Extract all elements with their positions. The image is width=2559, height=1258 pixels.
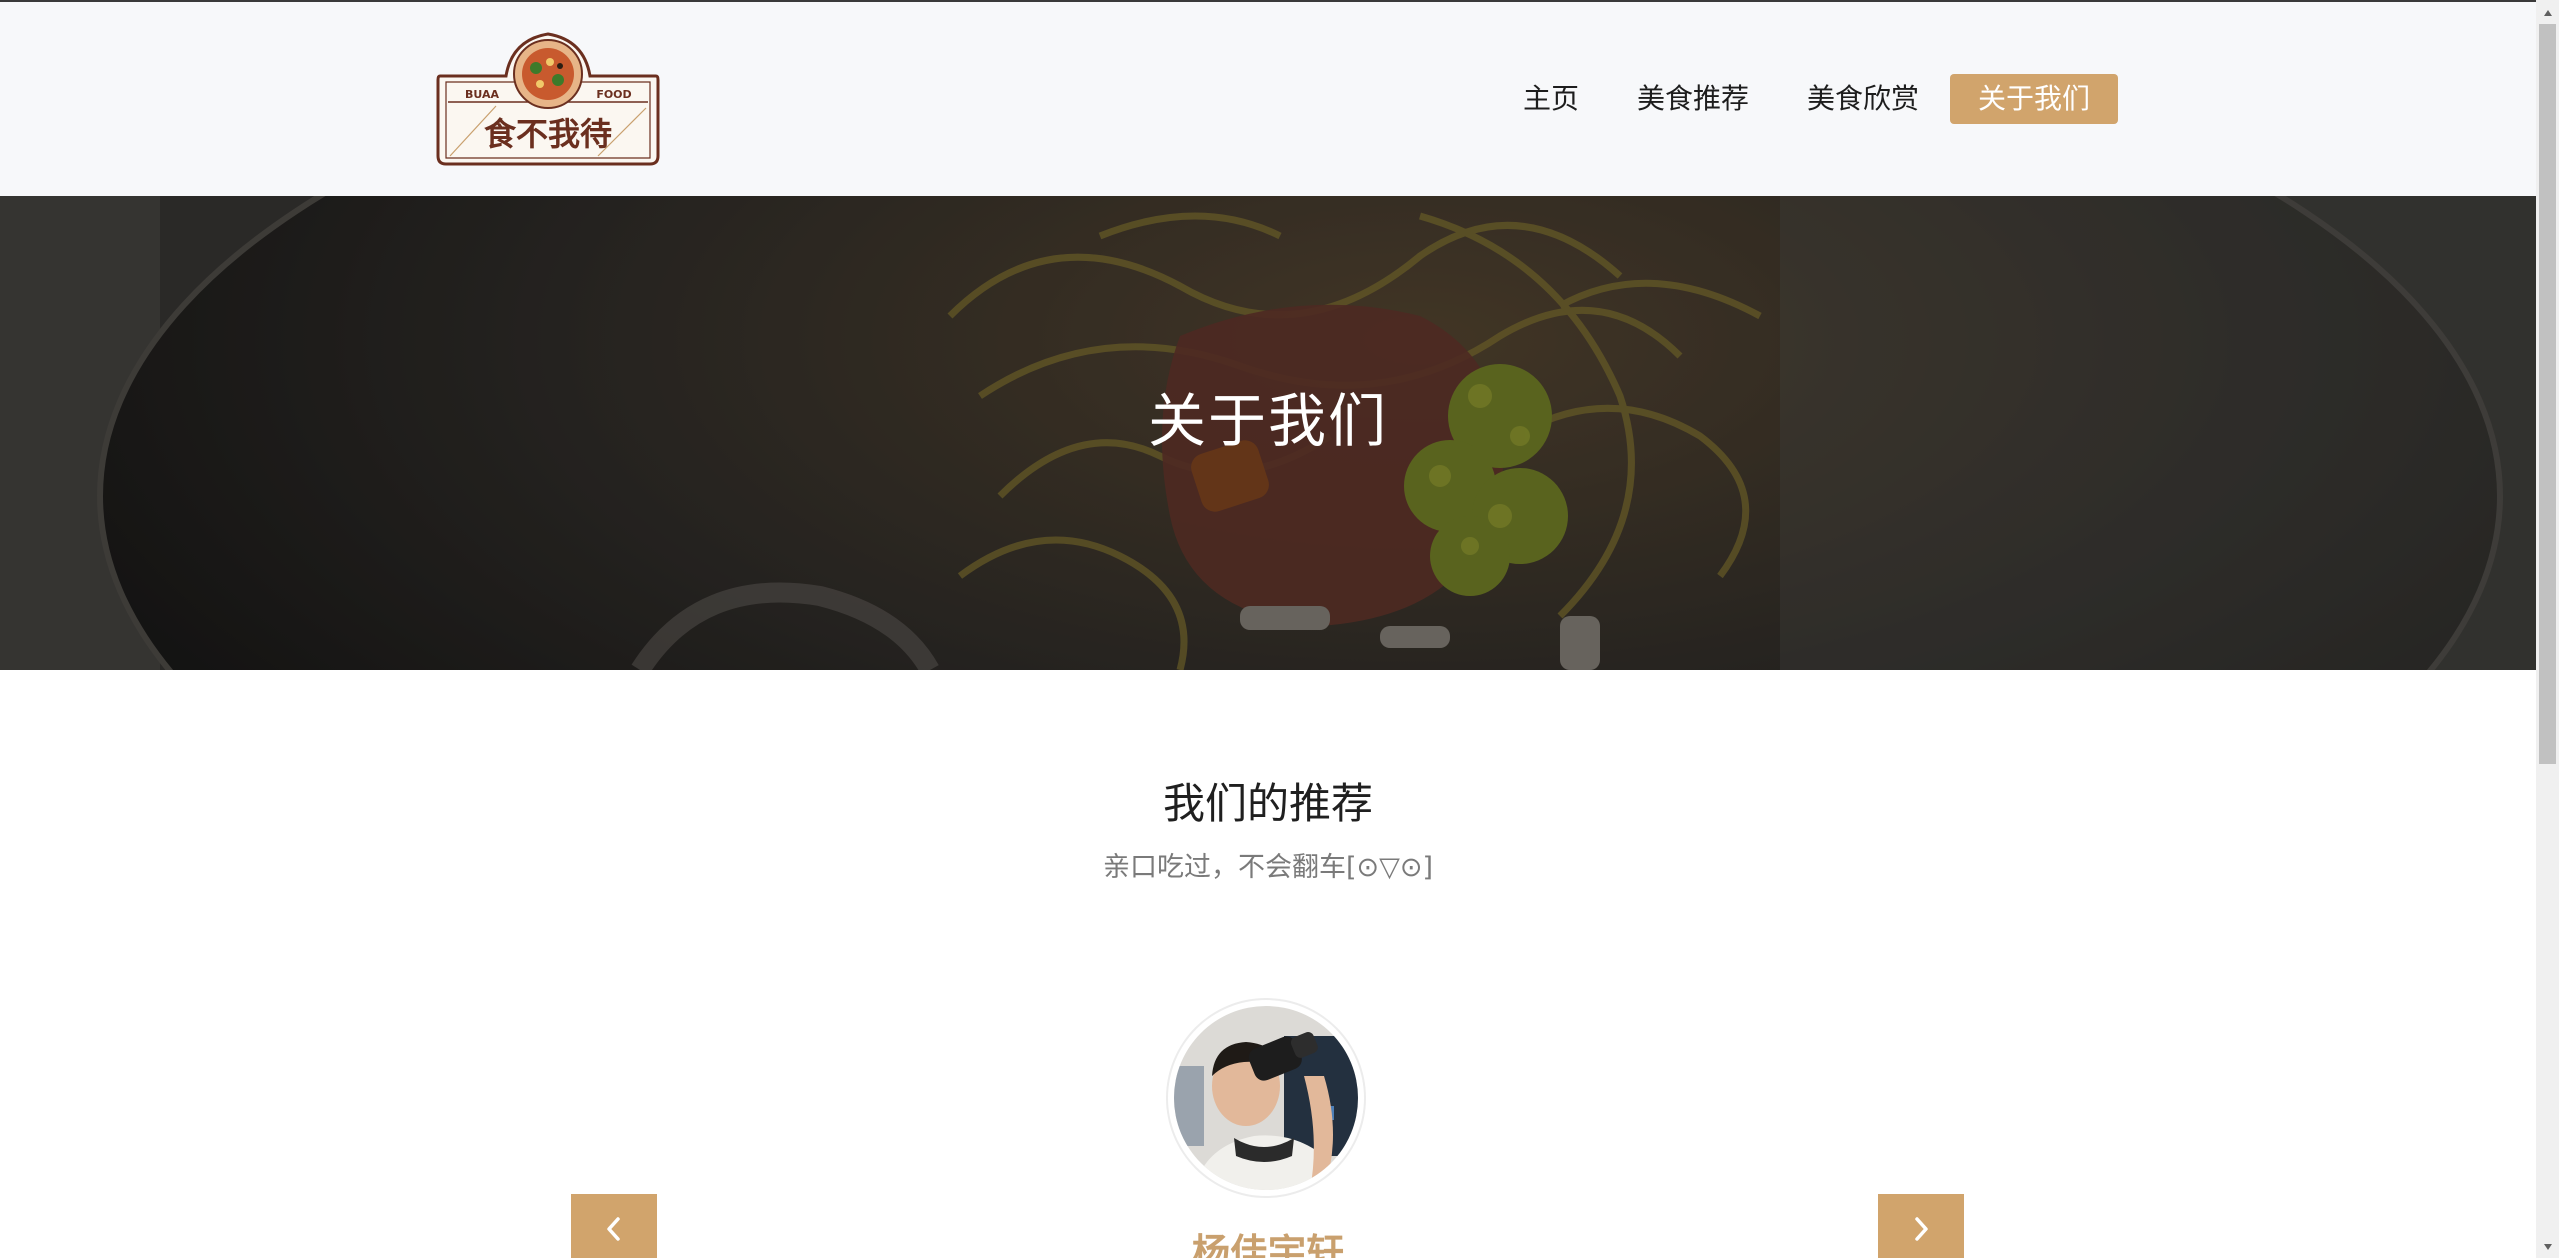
section-title: 我们的推荐 — [1162, 779, 1373, 828]
avatar — [1168, 1000, 1364, 1196]
logo-name: 食不我待 — [484, 115, 612, 153]
nav-item-home[interactable]: 主页 — [1494, 74, 1608, 124]
scroll-down-button[interactable] — [2536, 1236, 2559, 1258]
scroll-up-arrow-icon — [2543, 10, 2552, 16]
nav-item-gallery[interactable]: 美食欣赏 — [1778, 74, 1948, 124]
page-scrollbar[interactable] — [2536, 0, 2559, 1258]
site-header: BUAA FOOD 食不我待 主页 美食推荐 美食欣赏 关于我们 — [0, 2, 2536, 196]
chevron-right-icon — [1915, 1217, 1928, 1241]
scroll-down-arrow-icon — [2543, 1244, 2552, 1250]
page: BUAA FOOD 食不我待 主页 美食推荐 美食欣赏 关于我们 关于我们 我们… — [0, 0, 2536, 1258]
avatar-photo — [1174, 1006, 1358, 1190]
logo-emblem: BUAA FOOD 食不我待 — [436, 32, 660, 166]
carousel-prev-button[interactable] — [571, 1194, 657, 1258]
scroll-up-button[interactable] — [2536, 2, 2559, 24]
logo-right-text: FOOD — [596, 88, 631, 101]
carousel-next-button[interactable] — [1878, 1194, 1964, 1258]
person-name: 杨佳宇轩 — [1191, 1230, 1344, 1258]
nav-item-about[interactable]: 关于我们 — [1950, 74, 2119, 124]
brand-logo[interactable]: BUAA FOOD 食不我待 — [436, 30, 660, 168]
chevron-left-icon — [607, 1217, 620, 1241]
logo-left-text: BUAA — [465, 88, 499, 101]
nav-item-recommend[interactable]: 美食推荐 — [1608, 74, 1778, 124]
hero-title: 关于我们 — [1147, 387, 1388, 455]
main-nav: 主页 美食推荐 美食欣赏 关于我们 — [1494, 74, 2119, 124]
scrollbar-thumb[interactable] — [2539, 24, 2556, 764]
hero-banner: 关于我们 — [0, 196, 2536, 670]
section-subtitle: 亲口吃过，不会翻车[⊙▽⊙] — [1102, 852, 1434, 883]
